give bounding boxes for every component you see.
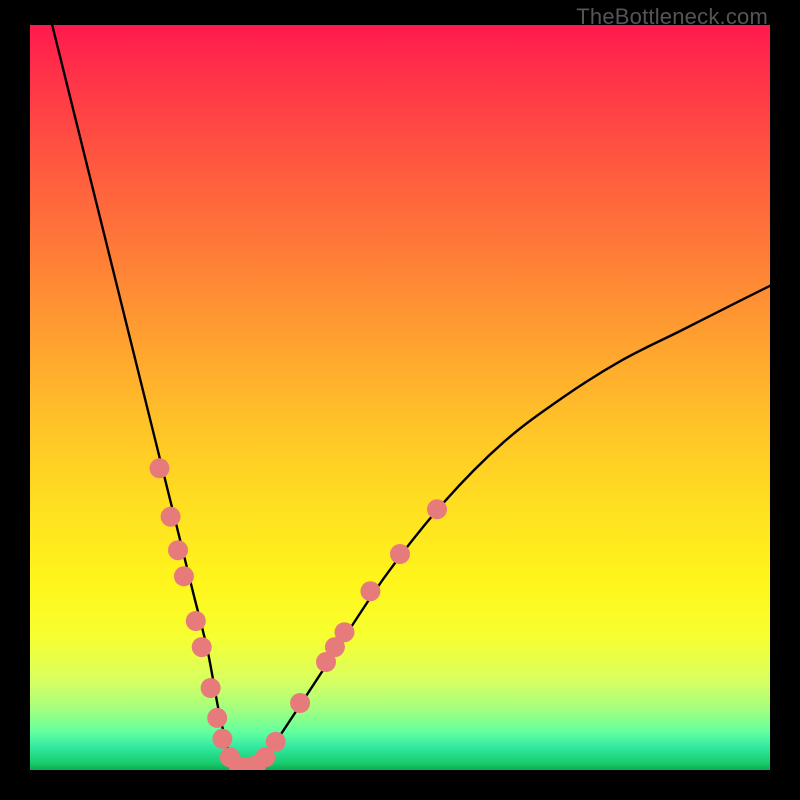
curve-marker-dot — [266, 732, 286, 752]
curve-marker-dot — [360, 581, 380, 601]
curve-marker-dot — [174, 566, 194, 586]
curve-marker-dot — [290, 693, 310, 713]
curve-marker-dot — [150, 458, 170, 478]
curve-marker-dot — [335, 622, 355, 642]
curve-marker-dot — [212, 729, 232, 749]
curve-marker-dot — [207, 708, 227, 728]
curve-marker-dot — [192, 637, 212, 657]
curve-marker-dot — [168, 540, 188, 560]
curve-marker-dot — [427, 499, 447, 519]
bottleneck-curve-path — [52, 25, 770, 770]
bottleneck-curve-svg — [30, 25, 770, 770]
curve-marker-dot — [186, 611, 206, 631]
curve-marker-group — [150, 458, 448, 770]
curve-marker-dot — [161, 507, 181, 527]
curve-marker-dot — [390, 544, 410, 564]
chart-plot-area — [30, 25, 770, 770]
curve-marker-dot — [201, 678, 221, 698]
